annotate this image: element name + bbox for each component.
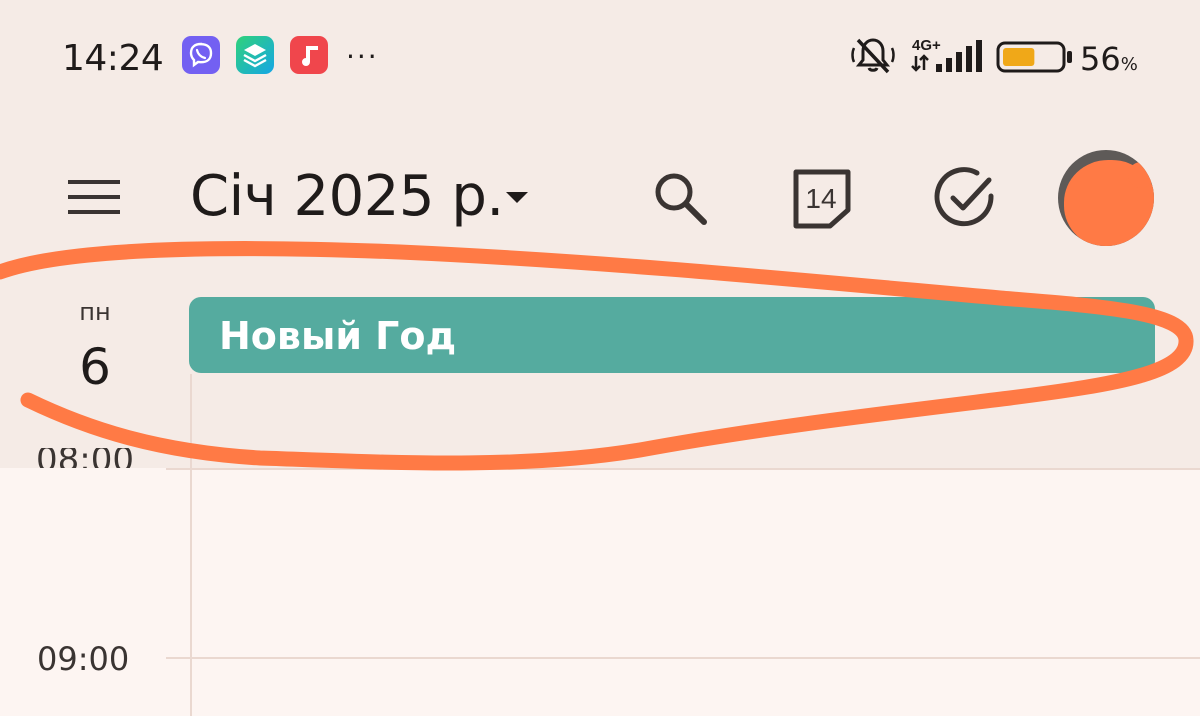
today-badge: 14 — [805, 183, 836, 214]
day-column-divider — [190, 374, 192, 716]
menu-icon[interactable] — [66, 178, 122, 218]
signal-icon: 4G+ — [911, 37, 982, 72]
status-time: 14:24 — [62, 38, 164, 79]
day-weekday: пн — [79, 298, 111, 326]
layers-icon — [236, 36, 274, 74]
day-number[interactable]: 6 — [60, 338, 130, 396]
battery-percent: 56% — [1080, 40, 1138, 78]
viber-icon — [182, 36, 220, 74]
network-type: 4G+ — [912, 37, 941, 54]
calendar-today-icon[interactable]: 14 — [790, 166, 854, 230]
more-notifications-icon: ··· — [346, 40, 379, 73]
tasks-icon[interactable] — [933, 166, 997, 230]
event-title: Новый Год — [219, 314, 457, 358]
month-title[interactable]: Січ 2025 р. — [190, 164, 504, 229]
hour-gridline — [166, 468, 1200, 470]
avatar-redaction-dot — [1128, 162, 1154, 188]
search-icon[interactable] — [650, 168, 710, 228]
all-day-event[interactable]: Новый Год — [189, 297, 1155, 373]
hour-label: 09:00 — [37, 640, 130, 678]
hour-gridline — [166, 657, 1200, 659]
battery-icon — [996, 41, 1072, 73]
hour-label: 08:00 — [36, 448, 134, 468]
chevron-down-icon[interactable] — [506, 192, 528, 203]
avatar[interactable] — [1058, 150, 1154, 246]
mute-bell-icon — [851, 38, 895, 74]
music-icon — [290, 36, 328, 74]
